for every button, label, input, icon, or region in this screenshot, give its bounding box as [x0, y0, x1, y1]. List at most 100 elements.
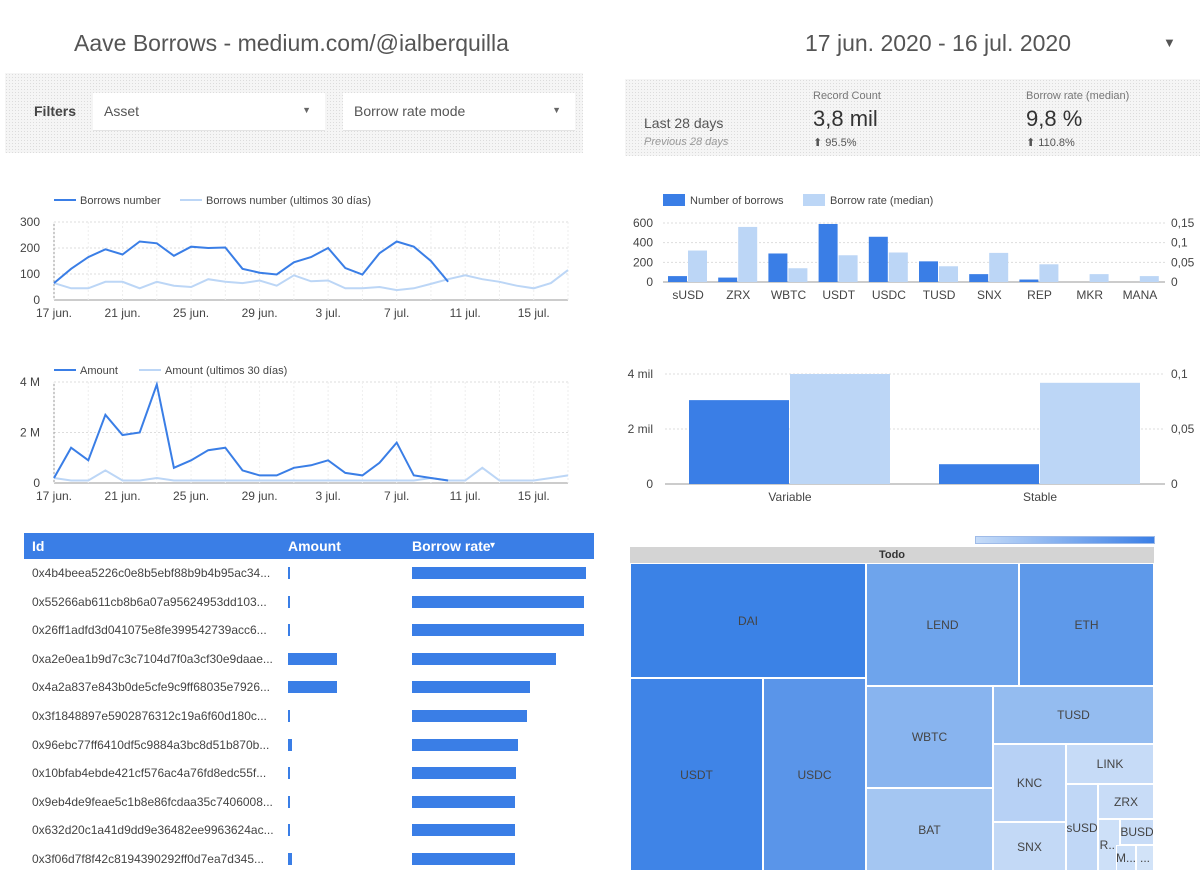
x-tick-label: MKR: [1076, 288, 1103, 302]
treemap-cell[interactable]: SNX: [993, 822, 1066, 871]
record-count-metric: Record Count 3,8 mil ⬆ 95.5%: [813, 90, 881, 149]
row-id: 0x4a2a837e843b0de5cfe9c9ff68035e7926...: [32, 680, 271, 695]
table-row[interactable]: 0x26ff1adfd3d041075e8fe399542739acc6...: [24, 616, 594, 645]
borrows-table: Id Amount Borrow rate ▾ 0x4b4beea5226c0e…: [24, 533, 594, 874]
treemap-cell[interactable]: USDT: [630, 678, 763, 871]
treemap-header: Todo: [630, 547, 1154, 563]
row-id: 0x9eb4de9feae5c1b8e86fcdaa35c7406008...: [32, 794, 273, 809]
treemap-cell[interactable]: ZRX: [1098, 784, 1154, 819]
bar: [939, 464, 1039, 484]
sort-desc-icon[interactable]: ▾: [490, 540, 495, 551]
treemap-cell[interactable]: USDC: [763, 678, 866, 871]
amount-bar: [288, 681, 337, 694]
y2-tick-label: 0,05: [1171, 422, 1195, 436]
row-id: 0xa2e0ea1b9d7c3c7104d7f0a3cf30e9daae...: [32, 651, 273, 666]
x-tick-label: 21 jun.: [105, 489, 141, 503]
x-tick-label: SNX: [977, 288, 1002, 302]
bar: [818, 223, 838, 282]
table-row[interactable]: 0x55266ab611cb8b6a07a95624953dd103...: [24, 588, 594, 617]
table-row[interactable]: 0x96ebc77ff6410df5c9884a3bc8d51b870b...: [24, 731, 594, 760]
table-row[interactable]: 0x9eb4de9feae5c1b8e86fcdaa35c7406008...: [24, 788, 594, 817]
borrow-rate-bar: [412, 852, 515, 865]
table-row[interactable]: 0x3f06d7f8f42c8194390292ff0d7ea7d345...: [24, 845, 594, 874]
column-header-id[interactable]: Id: [32, 538, 44, 554]
x-tick-label: 25 jun.: [173, 306, 209, 320]
treemap-cell[interactable]: BAT: [866, 788, 993, 871]
chevron-down-icon: ▼: [302, 105, 311, 115]
amount-line-chart: Amount Amount (ultimos 30 días) 0 2 M 4 M 17 …: [20, 365, 569, 503]
filters-bar: Filters Asset ▼ Borrow rate mode ▼: [5, 73, 583, 153]
y2-tick-label: 0,15: [1171, 216, 1195, 230]
y2-tick-label: 0: [1171, 477, 1178, 491]
treemap-cell[interactable]: LINK: [1066, 744, 1154, 784]
bar: [1139, 276, 1159, 282]
borrow-rate-mode-label: Borrow rate mode: [354, 103, 466, 119]
treemap-cell[interactable]: LEND: [866, 563, 1019, 686]
bar: [868, 236, 888, 282]
chevron-down-icon: ▼: [552, 105, 561, 115]
x-tick-label: 29 jun.: [242, 489, 278, 503]
table-row[interactable]: 0x4a2a837e843b0de5cfe9c9ff68035e7926...: [24, 673, 594, 702]
treemap-cell[interactable]: TUSD: [993, 686, 1154, 744]
y2-tick-label: 0,1: [1171, 367, 1188, 381]
x-tick-label: 11 jul.: [450, 489, 481, 503]
amount-bar: [288, 624, 290, 637]
table-row[interactable]: 0xa2e0ea1b9d7c3c7104d7f0a3cf30e9daae...: [24, 645, 594, 674]
borrow-rate-mode-dropdown[interactable]: Borrow rate mode ▼: [343, 93, 575, 131]
metric-delta: 95.5%: [825, 137, 857, 149]
y2-tick-label: 0,1: [1171, 236, 1188, 250]
row-id: 0x3f1848897e5902876312c19a6f60d180c...: [32, 708, 267, 723]
date-range-picker[interactable]: 17 jun. 2020 - 16 jul. 2020: [805, 30, 1071, 57]
treemap-cell[interactable]: BUSD: [1120, 819, 1154, 845]
asset-filter-dropdown[interactable]: Asset ▼: [93, 93, 325, 131]
color-scale-legend: [975, 536, 1155, 544]
chevron-down-icon[interactable]: ▼: [1163, 35, 1176, 50]
legend-label: Amount: [80, 365, 118, 377]
y2-tick-label: 0,05: [1171, 255, 1195, 269]
treemap-cell[interactable]: WBTC: [866, 686, 993, 788]
x-tick-label: 21 jun.: [105, 306, 141, 320]
legend-label: Borrows number: [80, 195, 161, 207]
table-row[interactable]: 0x632d20c1a41d9dd9e36482ee9963624ac...: [24, 816, 594, 845]
bar: [969, 274, 989, 282]
bar: [1089, 274, 1109, 282]
filters-label: Filters: [34, 103, 77, 119]
bar: [738, 226, 758, 282]
treemap-cell[interactable]: ...: [1136, 845, 1154, 871]
y2-tick-label: 0: [1171, 275, 1178, 289]
x-tick-label: 17 jun.: [36, 306, 72, 320]
x-tick-label: USDC: [872, 288, 906, 302]
x-tick-label: 15 jul.: [518, 489, 550, 503]
metric-value: 9,8 %: [1026, 106, 1083, 131]
metric-label: Record Count: [813, 90, 881, 102]
column-header-borrow-rate[interactable]: Borrow rate: [412, 538, 491, 554]
treemap-cell[interactable]: M...: [1116, 845, 1136, 871]
column-header-amount[interactable]: Amount: [288, 538, 341, 554]
treemap-cell[interactable]: DAI: [630, 563, 866, 678]
y-tick-label: 4 mil: [628, 367, 653, 381]
row-id: 0x96ebc77ff6410df5c9884a3bc8d51b870b...: [32, 737, 270, 752]
table-row[interactable]: 0x4b4beea5226c0e8b5ebf88b9b4b95ac34...: [24, 559, 594, 588]
bar: [888, 252, 908, 282]
legend-label: Borrow rate (median): [830, 195, 933, 207]
treemap-cell[interactable]: ETH: [1019, 563, 1154, 686]
borrow-rate-bar: [412, 738, 519, 751]
bar: [688, 250, 707, 282]
table-row[interactable]: 0x3f1848897e5902876312c19a6f60d180c...: [24, 702, 594, 731]
x-tick-label: 29 jun.: [242, 306, 278, 320]
amount-bar: [288, 595, 290, 608]
treemap-cell[interactable]: KNC: [993, 744, 1066, 822]
table-row[interactable]: 0x10bfab4ebde421cf576ac4a76fd8edc55f...: [24, 759, 594, 788]
x-tick-label: MANA: [1123, 288, 1158, 302]
legend-label: Amount (ultimos 30 días): [165, 365, 287, 377]
treemap-cell[interactable]: sUSD: [1066, 784, 1098, 871]
borrow-rate-bar: [412, 767, 517, 780]
row-id: 0x632d20c1a41d9dd9e36482ee9963624ac...: [32, 823, 274, 838]
y-tick-label: 0: [646, 477, 653, 491]
y-tick-label: 300: [20, 215, 40, 229]
period-label: Last 28 days: [644, 115, 724, 131]
borrow-rate-metric: Borrow rate (median) 9,8 % ⬆ 110.8%: [1026, 90, 1129, 149]
bar: [1040, 382, 1140, 484]
y-tick-label: 0: [33, 476, 40, 490]
borrows-number-line-chart: Borrows number Borrows number (ultimos 30…: [20, 195, 569, 320]
